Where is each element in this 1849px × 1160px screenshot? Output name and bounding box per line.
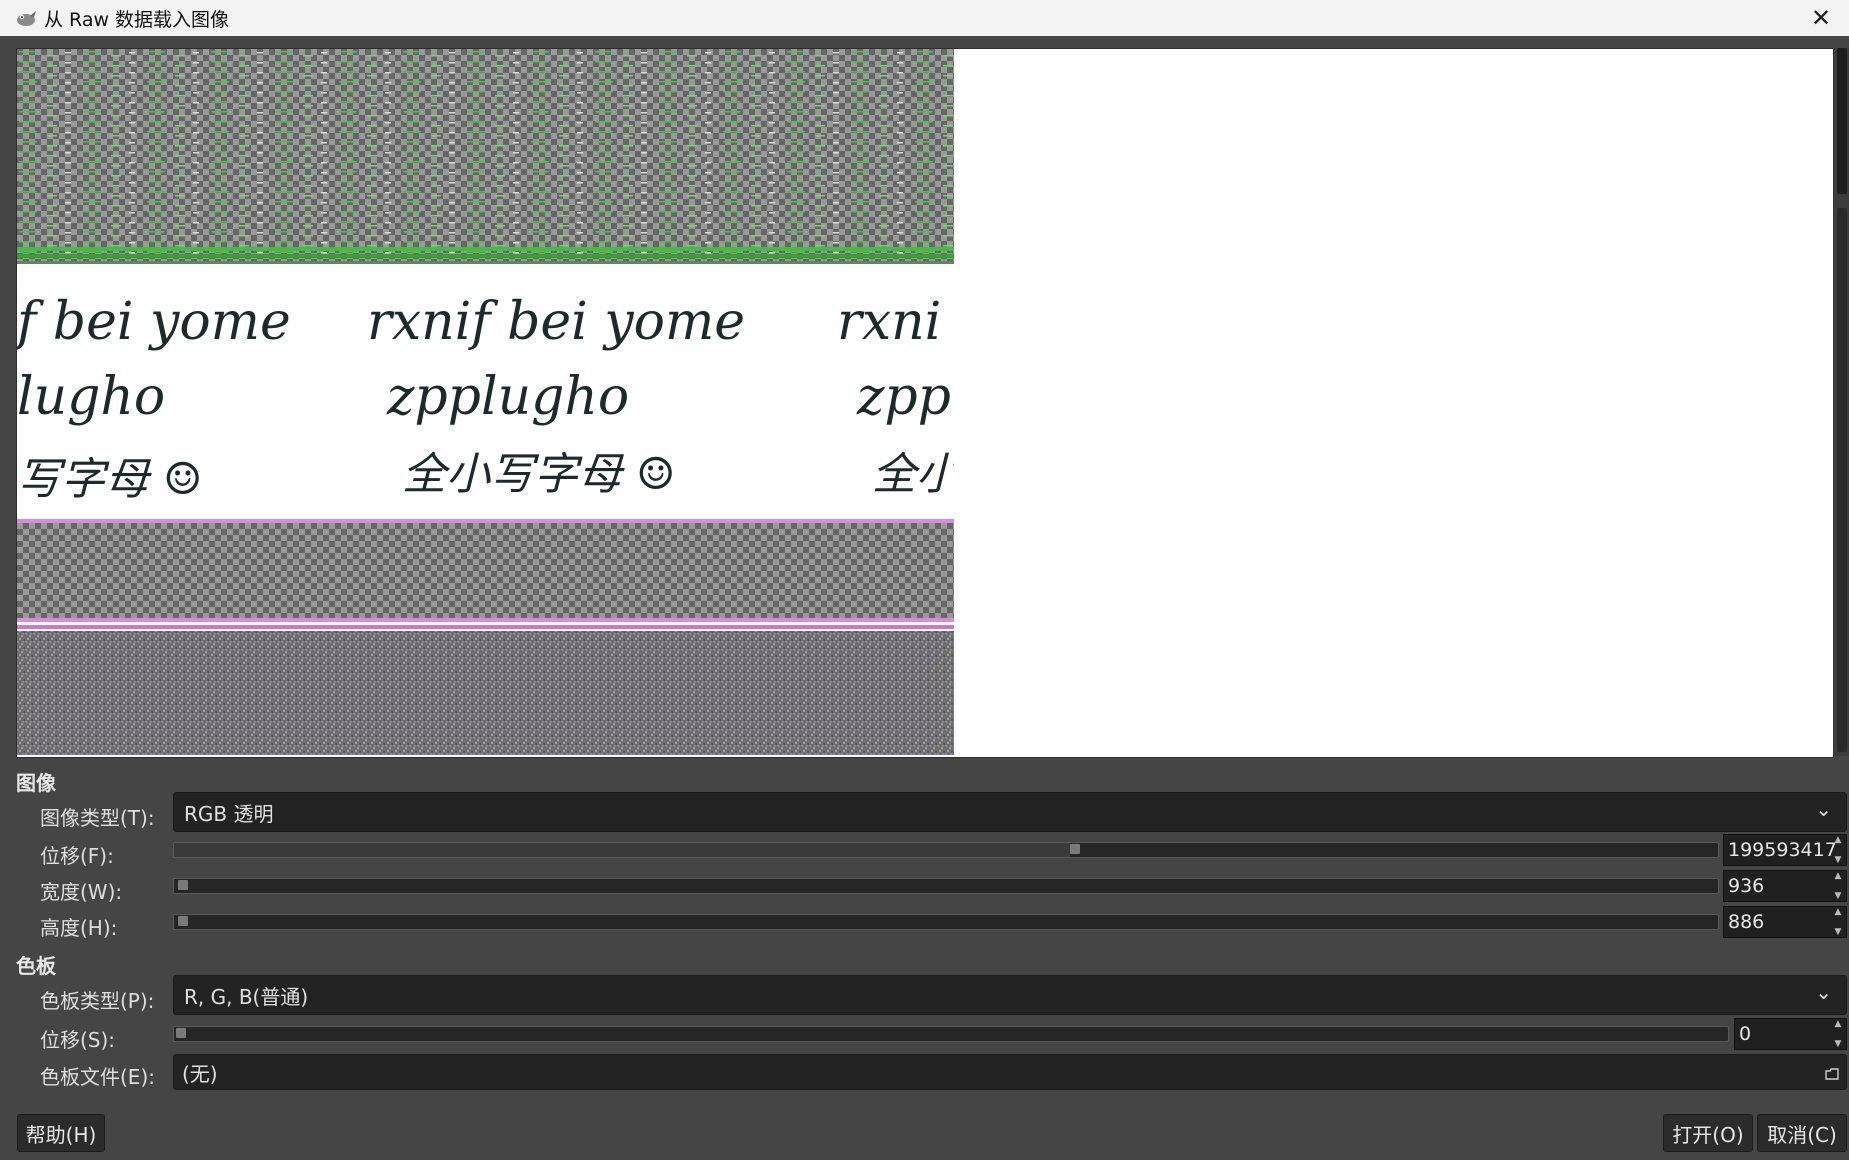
palette-type-value: R, G, B(普通): [184, 984, 309, 1009]
offset-slider[interactable]: [173, 842, 1719, 858]
palette-offset-spinbutton[interactable]: 0 ▲ ▼: [1734, 1018, 1847, 1050]
width-spinbutton[interactable]: 936 ▲ ▼: [1723, 870, 1847, 902]
height-spinbutton[interactable]: 886 ▲ ▼: [1723, 906, 1847, 938]
palette-offset-value: 0: [1739, 1023, 1752, 1045]
handwriting-line: zpplugho: [386, 367, 629, 427]
image-type-combo[interactable]: RGB 透明 ⌄: [173, 792, 1847, 832]
handwriting-line: f bei yome: [17, 292, 291, 352]
preview-scrollbar[interactable]: [1835, 48, 1849, 756]
offset-spinbutton[interactable]: 199593417 ▲ ▼: [1723, 834, 1847, 866]
raw-preview-image: f bei yome rxnif bei yome rxni lugho zpp…: [17, 49, 954, 755]
offset-slider-handle[interactable]: [1069, 844, 1080, 854]
close-button[interactable]: ✕: [1793, 0, 1849, 36]
width-slider[interactable]: [173, 878, 1719, 894]
width-label: 宽度(W):: [40, 880, 123, 904]
spin-arrows-icon[interactable]: ▲ ▼: [1832, 907, 1844, 937]
handwriting-line: 全小: [872, 449, 954, 500]
raw-data-dialog: f bei yome rxnif bei yome rxni lugho zpp…: [3, 36, 1849, 1160]
cancel-button[interactable]: 取消(C): [1757, 1114, 1847, 1152]
palette-type-label: 色板类型(P):: [40, 989, 155, 1013]
palette-section-heading: 色板: [16, 954, 56, 978]
scrollbar-thumb[interactable]: [1837, 48, 1847, 194]
height-slider[interactable]: [173, 914, 1719, 930]
chevron-down-icon: ⌄: [1815, 797, 1832, 821]
palette-file-label: 色板文件(E):: [40, 1065, 155, 1089]
handwriting-line: rxni: [837, 292, 941, 352]
height-slider-handle[interactable]: [178, 916, 188, 926]
offset-value: 199593417: [1728, 839, 1837, 861]
cancel-button-label: 取消(C): [1767, 1122, 1837, 1147]
palette-offset-slider[interactable]: [173, 1026, 1729, 1042]
palette-offset-slider-handle[interactable]: [176, 1028, 186, 1038]
help-button-label: 帮助(H): [25, 1122, 97, 1147]
chevron-down-icon: ⌄: [1815, 980, 1832, 1004]
width-value: 936: [1728, 875, 1765, 897]
handwriting-line: 写字母 ☺: [17, 454, 202, 505]
title-bar: 从 Raw 数据载入图像 ✕: [0, 0, 1849, 36]
spin-arrows-icon[interactable]: ▲ ▼: [1832, 835, 1844, 865]
height-label: 高度(H):: [40, 916, 118, 940]
spin-arrows-icon[interactable]: ▲ ▼: [1832, 1019, 1844, 1049]
window-title: 从 Raw 数据载入图像: [44, 8, 230, 31]
image-type-value: RGB 透明: [184, 801, 274, 826]
open-button[interactable]: 打开(O): [1663, 1114, 1753, 1152]
offset-slider-fill: [174, 843, 1070, 857]
gimp-wilber-icon: [12, 4, 40, 32]
preview-area: f bei yome rxnif bei yome rxni lugho zpp…: [16, 48, 1834, 758]
height-value: 886: [1728, 911, 1765, 933]
palette-offset-label: 位移(S):: [40, 1028, 116, 1052]
handwriting-line: rxnif bei yome: [367, 292, 745, 352]
palette-file-value: (无): [182, 1061, 218, 1086]
spin-arrows-icon[interactable]: ▲ ▼: [1832, 871, 1844, 901]
close-icon: ✕: [1810, 4, 1832, 32]
open-button-label: 打开(O): [1672, 1122, 1744, 1147]
handwriting-line: lugho: [17, 367, 165, 427]
scrollbar-track: [1837, 208, 1847, 752]
image-type-label: 图像类型(T):: [40, 806, 155, 830]
help-button[interactable]: 帮助(H): [17, 1114, 105, 1152]
image-section-heading: 图像: [16, 771, 56, 795]
palette-type-combo[interactable]: R, G, B(普通) ⌄: [173, 975, 1847, 1015]
handwriting-line: 全小写字母 ☺: [402, 449, 675, 500]
palette-file-chooser[interactable]: (无): [173, 1054, 1847, 1090]
folder-open-icon[interactable]: [1824, 1063, 1840, 1087]
width-slider-handle[interactable]: [178, 880, 188, 890]
offset-label: 位移(F):: [40, 844, 114, 868]
handwriting-line: zpp: [856, 367, 951, 427]
